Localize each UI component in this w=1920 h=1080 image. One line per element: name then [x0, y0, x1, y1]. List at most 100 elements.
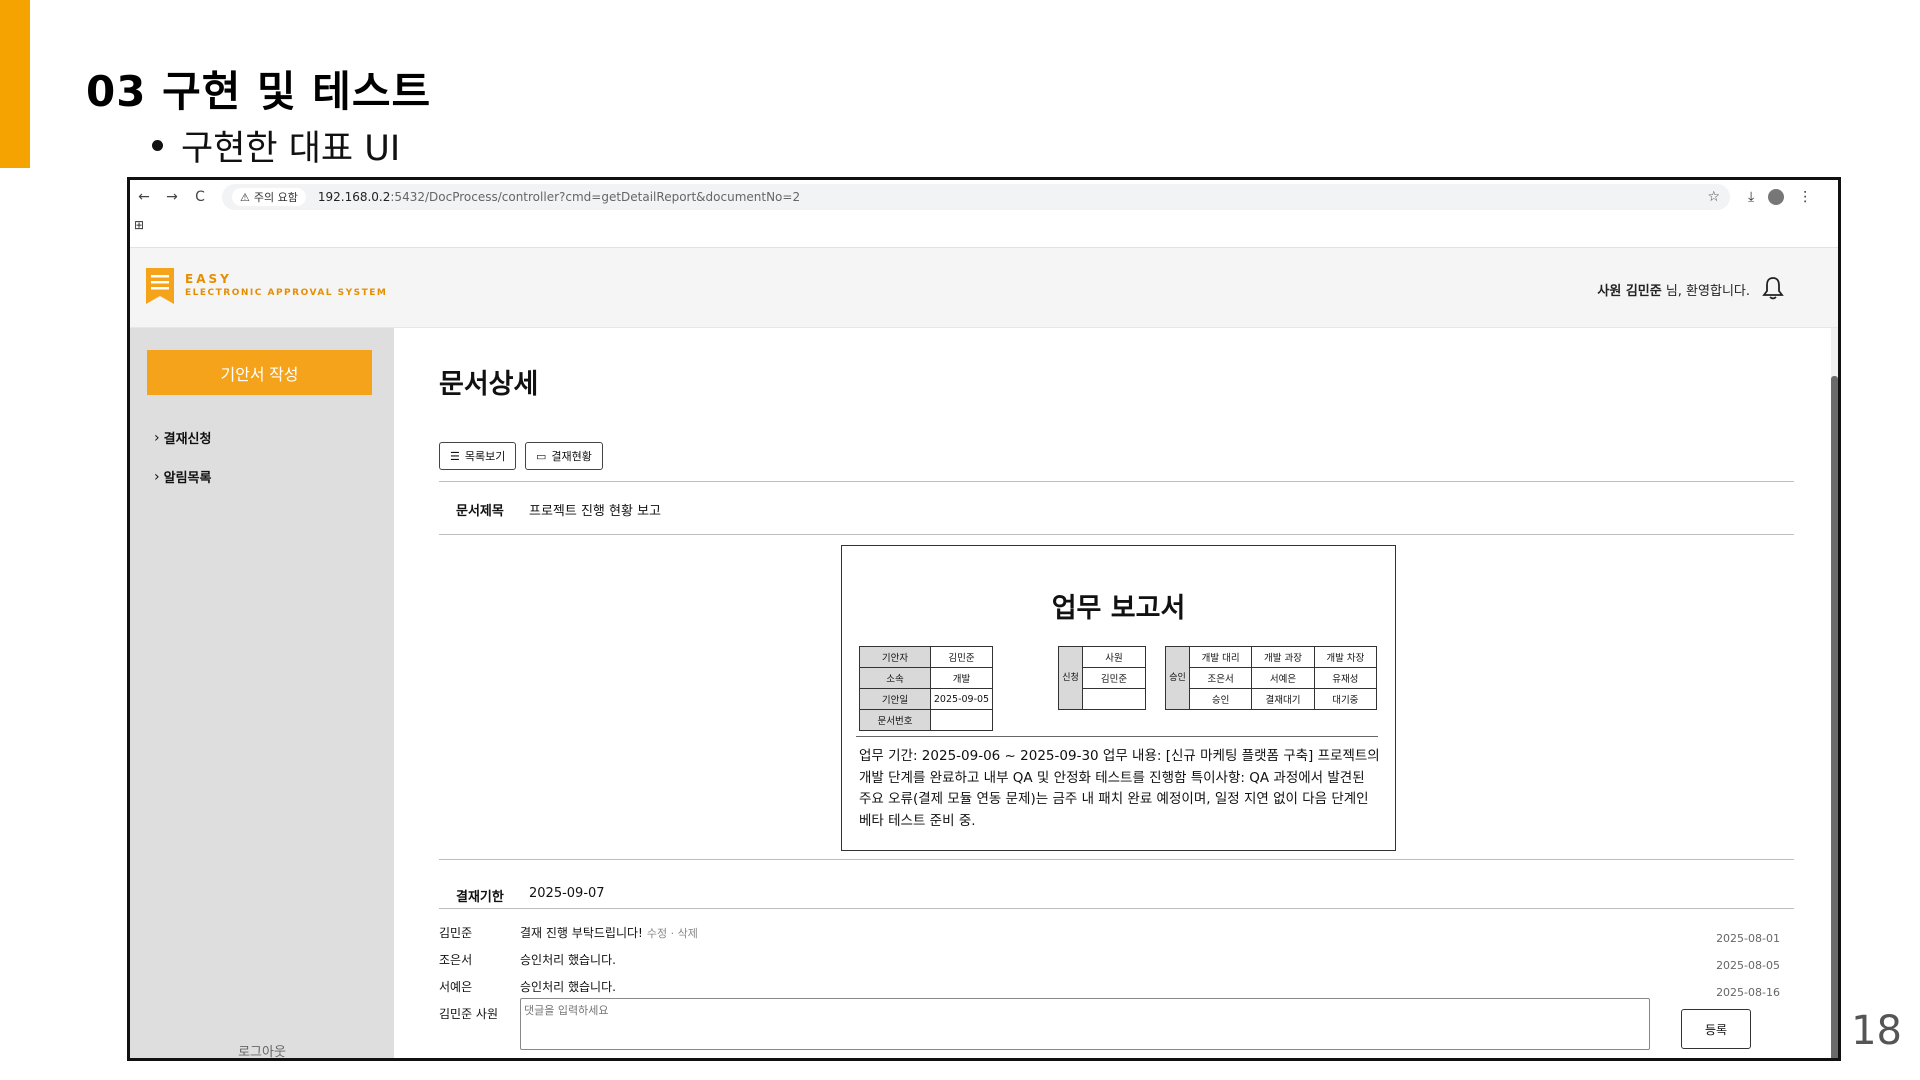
page-title: 문서상세	[439, 369, 539, 400]
security-warning-chip[interactable]: ⚠ 주의 요함	[232, 188, 306, 206]
draft-date-label: 기안일	[859, 688, 931, 710]
comment-date: 2025-08-05	[1716, 959, 1780, 972]
logo-subtitle: ELECTRONIC APPROVAL SYSTEM	[185, 288, 388, 298]
request-rank: 사원	[1082, 646, 1146, 668]
back-arrow-icon[interactable]: ←	[130, 189, 158, 205]
comment-text: 결재 진행 부탁드립니다! 수정 · 삭제	[520, 924, 698, 941]
url-host: 192.168.0.2	[317, 190, 391, 204]
list-view-button[interactable]: ☰ 목록보기	[439, 442, 517, 470]
scrollbar[interactable]	[1831, 328, 1838, 1058]
profile-avatar-icon[interactable]	[1768, 189, 1785, 205]
deadline-value: 2025-09-07	[529, 886, 605, 901]
approver-status: 승인	[1188, 688, 1253, 710]
browser-toolbar: ← → C ⚠ 주의 요함 192.168.0.2 :5432/DocProce…	[130, 180, 1838, 214]
comment-input[interactable]	[520, 998, 1650, 1050]
doc-title-label: 문서제목	[456, 504, 504, 519]
comment-edit-delete-link[interactable]: 수정 · 삭제	[647, 927, 698, 940]
request-status	[1082, 688, 1146, 710]
draft-date-value: 2025-09-05	[930, 688, 993, 710]
report-divider	[856, 736, 1378, 737]
comment-author: 김민준	[439, 926, 473, 940]
browser-actions: ⤓ ⋮	[1748, 189, 1812, 205]
scrollbar-thumb[interactable]	[1831, 376, 1838, 1058]
comment-author: 조은서	[439, 953, 473, 967]
main-content: 문서상세 ☰ 목록보기 ▭ 결재현황 문서제목 프로젝트 진행 현황 보고 업무…	[394, 328, 1838, 1058]
reload-icon[interactable]: C	[186, 189, 214, 205]
bullet-dot-icon	[152, 140, 163, 151]
divider	[439, 481, 1794, 482]
warning-triangle-icon: ⚠	[240, 190, 250, 204]
chevron-right-icon: ›	[154, 429, 160, 446]
logo-document-icon	[146, 268, 174, 304]
request-table: 신청 사원 김민준	[1058, 646, 1146, 710]
doc-number-value	[930, 709, 993, 731]
monitor-icon: ▭	[536, 450, 547, 463]
welcome-suffix: 님, 환영합니다.	[1661, 284, 1750, 299]
welcome-message: 사원 김민준 님, 환영합니다.	[1597, 280, 1750, 299]
deadline-label: 결재기한	[456, 890, 504, 905]
compose-draft-button[interactable]: 기안서 작성	[147, 350, 372, 395]
logout-link[interactable]: 로그아웃	[130, 1041, 394, 1058]
sidebar-item-notifications[interactable]: › 알림목록	[154, 467, 212, 487]
apps-grid-icon[interactable]: ⊞	[134, 218, 144, 232]
slide-bullet: 구현한 대표 UI	[152, 120, 400, 171]
chevron-right-icon: ›	[154, 468, 160, 485]
sidebar-item-label: 알림목록	[163, 471, 212, 486]
sidebar: 기안서 작성 › 결재신청 › 알림목록 로그아웃	[130, 328, 394, 1058]
comment-date: 2025-08-01	[1716, 932, 1780, 945]
approver-rank: 개발 대리	[1188, 646, 1253, 668]
approver-status: 결재대기	[1251, 688, 1315, 710]
slide-title: 03 구현 및 테스트	[86, 67, 432, 116]
security-warning-text: 주의 요함	[253, 191, 298, 204]
sidebar-item-approval-request[interactable]: › 결재신청	[154, 428, 212, 448]
approver-rank: 개발 과장	[1251, 646, 1315, 668]
welcome-user: 사원 김민준	[1597, 284, 1662, 299]
drafter-label: 기안자	[859, 646, 931, 668]
menu-kebab-icon[interactable]: ⋮	[1798, 189, 1812, 205]
approval-table: 승인 개발 대리 개발 과장 개발 차장 조은서 서예은 유재성 승인 결재대기…	[1165, 646, 1378, 710]
forward-arrow-icon[interactable]: →	[158, 189, 186, 205]
bookmark-star-icon[interactable]: ☆	[1707, 189, 1720, 205]
doc-title-value: 프로젝트 진행 현황 보고	[529, 504, 661, 519]
drafter-value: 김민준	[930, 646, 993, 668]
comment-date: 2025-08-16	[1716, 986, 1780, 999]
dept-label: 소속	[859, 667, 931, 689]
url-path: :5432/DocProcess/controller?cmd=getDetai…	[390, 190, 801, 204]
drafter-info-table: 기안자 김민준 소속 개발 기안일 2025-09-05 문서번호	[859, 646, 993, 731]
approval-status-label: 결재현황	[551, 451, 592, 463]
approver-rank: 개발 차장	[1313, 646, 1378, 668]
comment-author: 서예은	[439, 980, 473, 994]
list-view-label: 목록보기	[464, 451, 506, 463]
comment-text: 승인처리 했습니다.	[520, 980, 616, 994]
comment-submit-button[interactable]: 등록	[1681, 1009, 1751, 1049]
request-side-label: 신청	[1058, 646, 1083, 710]
approver-name: 서예은	[1251, 667, 1315, 689]
doc-number-label: 문서번호	[859, 709, 931, 731]
comment-form-author: 김민준 사원	[439, 1007, 499, 1021]
accent-bar	[0, 0, 30, 168]
page-number: 18	[1851, 1008, 1902, 1054]
report-title: 업무 보고서	[1051, 593, 1186, 624]
browser-screenshot: ← → C ⚠ 주의 요함 192.168.0.2 :5432/DocProce…	[127, 177, 1841, 1061]
approver-name: 유재성	[1313, 667, 1378, 689]
slide-bullet-text: 구현한 대표 UI	[181, 129, 401, 169]
comment-text: 승인처리 했습니다.	[520, 953, 616, 967]
comment-body: 결재 진행 부탁드립니다!	[520, 926, 643, 940]
address-bar[interactable]: ⚠ 주의 요함 192.168.0.2 :5432/DocProcess/con…	[222, 184, 1730, 210]
request-name: 김민준	[1082, 667, 1146, 689]
sidebar-item-label: 결재신청	[163, 432, 212, 447]
slide: 03 구현 및 테스트 구현한 대표 UI ← → C ⚠ 주의 요함 192.…	[0, 0, 1920, 1080]
bell-icon[interactable]	[1762, 276, 1784, 300]
download-icon[interactable]: ⤓	[1748, 189, 1754, 205]
approver-name: 조은서	[1188, 667, 1253, 689]
logo-title: EASY	[185, 272, 232, 286]
divider	[439, 534, 1794, 535]
approval-status-button[interactable]: ▭ 결재현황	[525, 442, 603, 470]
report-body: 업무 기간: 2025-09-06 ~ 2025-09-30 업무 내용: [신…	[859, 748, 1380, 829]
divider	[439, 859, 1794, 860]
divider	[439, 908, 1794, 909]
dept-value: 개발	[930, 667, 993, 689]
report-document: 업무 보고서 기안자 김민준 소속 개발 기안일 2025-09-05 문서번호 신청…	[841, 545, 1396, 851]
app-header: EASY ELECTRONIC APPROVAL SYSTEM 사원 김민준 님…	[130, 247, 1838, 328]
approval-side-label: 승인	[1165, 646, 1190, 710]
